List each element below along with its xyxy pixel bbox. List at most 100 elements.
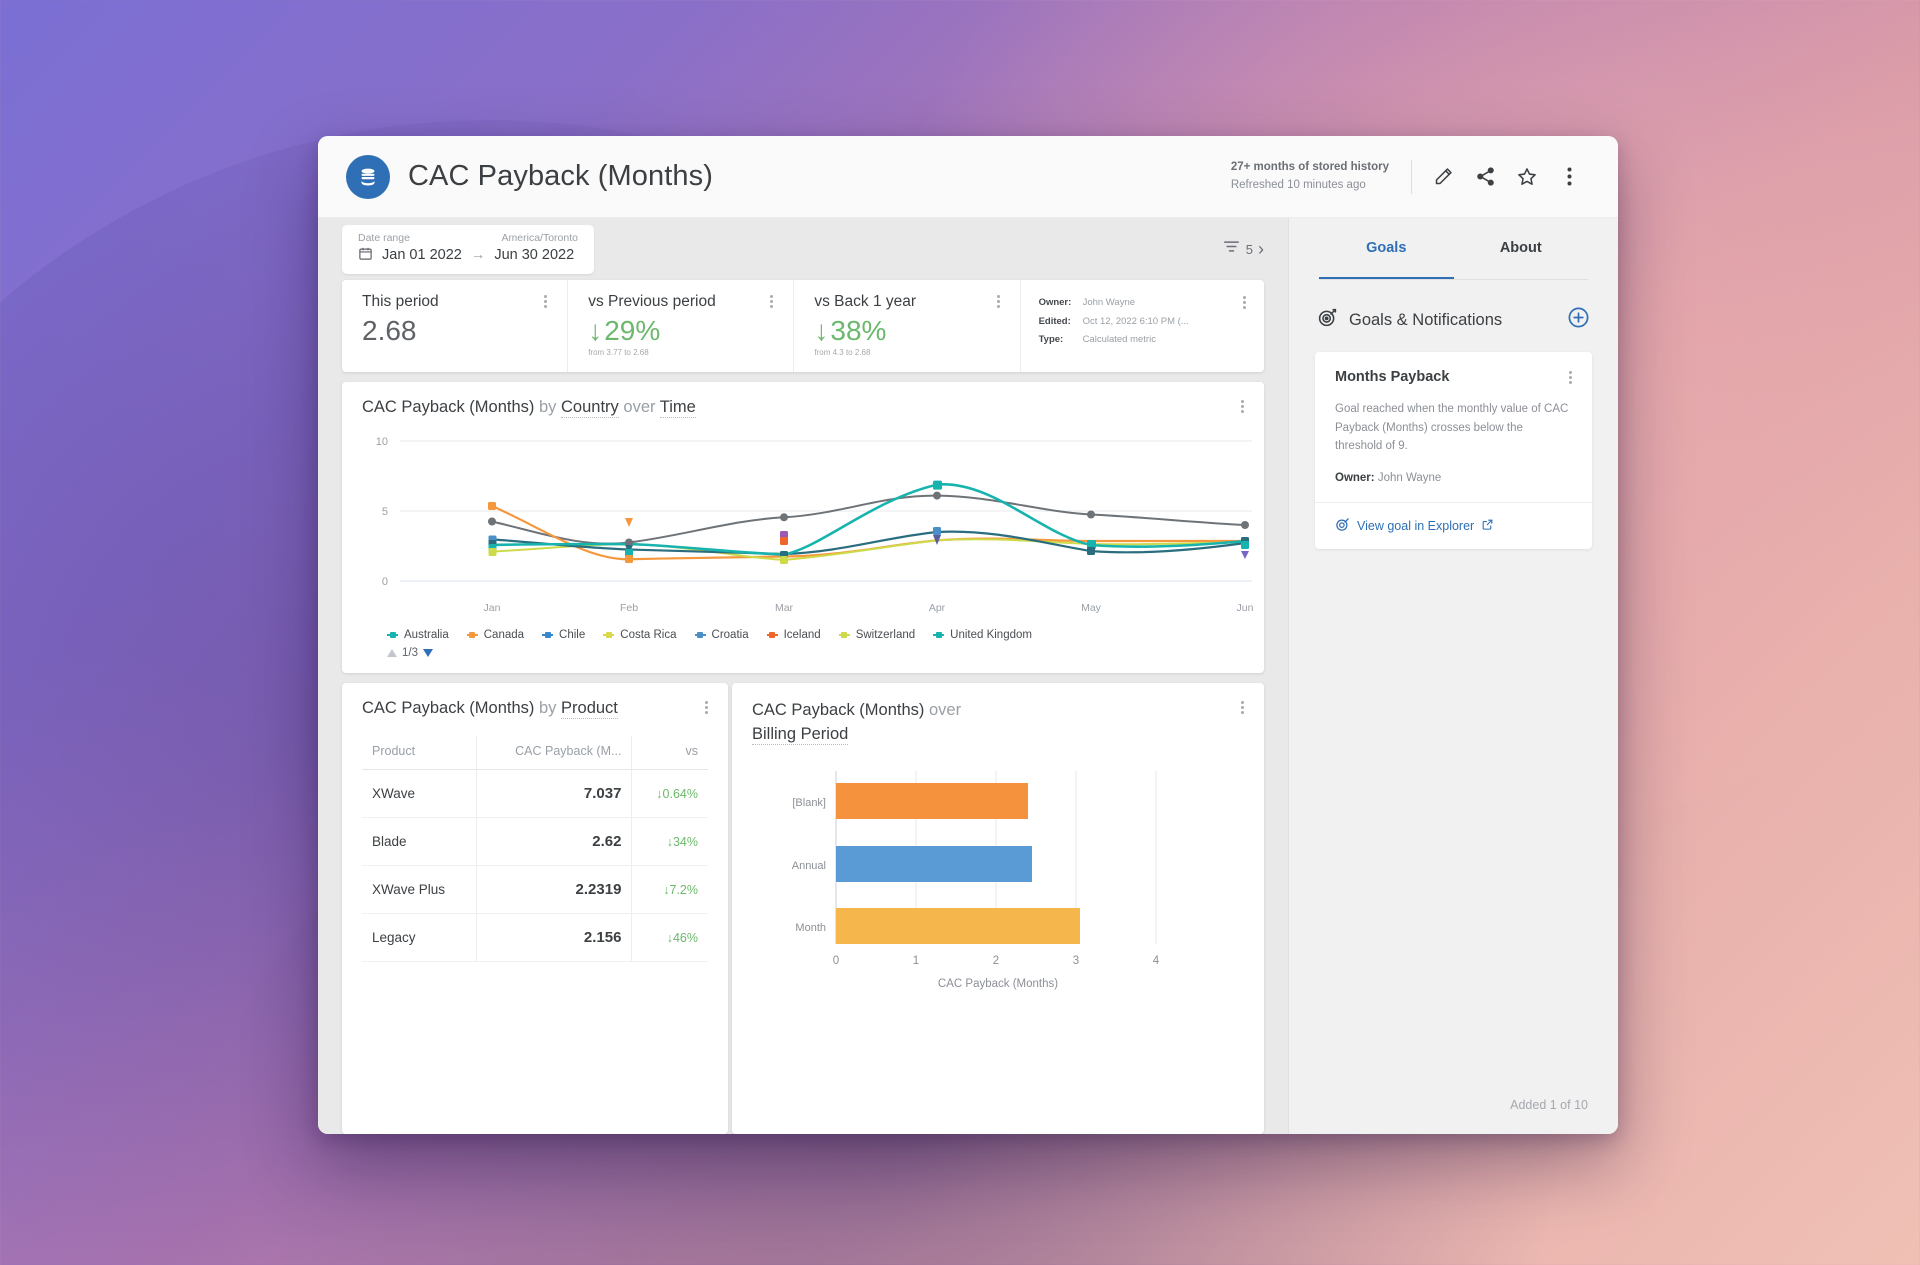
table-row[interactable]: XWave 7.037 ↓0.64% — [362, 769, 708, 818]
column-header-vs[interactable]: vs — [631, 736, 708, 770]
main-content: Date range America/Toronto Jan 01 2022 →… — [318, 218, 1288, 1134]
cell-vs: ↓46% — [631, 913, 708, 962]
kpi-label: This period — [362, 293, 439, 310]
kpi-more-icon[interactable] — [996, 293, 1000, 310]
cell-product: Blade — [362, 817, 477, 866]
line-chart-more-icon[interactable] — [1241, 398, 1244, 415]
plus-circle-icon[interactable] — [1567, 306, 1590, 334]
more-vertical-icon[interactable] — [1548, 156, 1590, 198]
kpi-vs-previous-period: vs Previous period ↓ 29% from 3.77 to 2.… — [568, 280, 795, 372]
title-time-dimension[interactable]: Time — [659, 398, 696, 418]
legend-item-chile[interactable]: Chile — [542, 629, 585, 641]
page-title: CAC Payback (Months) — [408, 160, 713, 192]
tab-about[interactable]: About — [1454, 218, 1589, 280]
table-row[interactable]: XWave Plus 2.2319 ↓7.2% — [362, 865, 708, 914]
metadata-value: Calculated metric — [1082, 334, 1156, 346]
chevron-right-icon[interactable]: › — [1258, 239, 1264, 260]
metadata-value: John Wayne — [1082, 297, 1136, 308]
legend-marker-icon — [694, 630, 706, 641]
svg-text:[Blank]: [Blank] — [792, 797, 826, 809]
bar-chart-canvas: [Blank] Annual Month 0 1 2 3 4 CAC Payba… — [732, 747, 1264, 996]
bottom-panels: CAC Payback (Months) by Product Product … — [342, 683, 1264, 1134]
kpi-value-group: ↓ 38% — [814, 315, 999, 347]
sidebar-tabs: Goals About — [1289, 218, 1618, 280]
product-table: Product CAC Payback (M... vs XWave 7.037… — [362, 736, 708, 962]
line-chart-legend: Australia Canada Chile Costa Rica Croati… — [342, 625, 1264, 641]
bar-blank — [836, 782, 1028, 819]
table-row[interactable]: Legacy 2.156 ↓46% — [362, 913, 708, 962]
column-header-product[interactable]: Product — [362, 736, 476, 770]
title-metric: CAC Payback (Months) — [362, 699, 535, 717]
kpi-label: vs Previous period — [588, 293, 716, 310]
legend-item-iceland[interactable]: Iceland — [766, 629, 821, 641]
line-chart-panel: CAC Payback (Months) by Country over Tim… — [342, 382, 1264, 673]
metadata-more-icon[interactable] — [1242, 294, 1246, 350]
filter-icon[interactable] — [1222, 237, 1241, 261]
cell-value: 2.2319 — [475, 865, 632, 914]
cell-value: 7.037 — [475, 769, 632, 818]
table-row[interactable]: Blade 2.62 ↓34% — [362, 817, 708, 866]
kpi-value: 38% — [830, 315, 887, 346]
svg-text:4: 4 — [1153, 955, 1160, 967]
svg-text:Mar: Mar — [775, 602, 794, 614]
column-header-value[interactable]: CAC Payback (M... — [475, 736, 632, 770]
title-connector: by — [538, 699, 557, 717]
line-chart-canvas: 10 5 0 Jan Feb Mar Apr May Jun — [342, 417, 1264, 625]
kpi-value: 29% — [604, 315, 661, 346]
down-arrow-icon: ↓ — [588, 315, 603, 346]
line-chart-title: CAC Payback (Months) by Country over Tim… — [362, 398, 696, 418]
start-date: Jan 01 2022 — [382, 247, 462, 263]
title-connector: by — [538, 398, 557, 416]
right-sidebar: Goals About Goals & Notifications Months… — [1288, 218, 1618, 1134]
view-goal-in-explorer-link[interactable]: View goal in Explorer — [1315, 501, 1592, 549]
cell-product: XWave — [362, 769, 477, 818]
bar-chart-more-icon[interactable] — [1241, 699, 1244, 716]
star-icon[interactable] — [1506, 156, 1548, 198]
legend-item-united-kingdom[interactable]: United Kingdom — [933, 629, 1032, 641]
kpi-more-icon[interactable] — [770, 293, 774, 310]
legend-page-up-icon[interactable] — [387, 649, 397, 657]
metadata-key: Edited: — [1038, 315, 1071, 327]
svg-text:0: 0 — [833, 955, 839, 967]
legend-item-australia[interactable]: Australia — [387, 629, 449, 641]
header-meta: 27+ months of stored history Refreshed 1… — [1231, 159, 1389, 194]
filter-control[interactable]: 5 › — [1222, 237, 1264, 261]
share-icon[interactable] — [1464, 156, 1506, 198]
title-dimension[interactable]: Country — [561, 398, 619, 418]
target-icon — [1317, 307, 1338, 333]
legend-item-croatia[interactable]: Croatia — [694, 629, 749, 641]
external-link-icon — [1481, 518, 1494, 534]
kpi-subtext: from 4.3 to 2.68 — [814, 348, 871, 357]
legend-item-switzerland[interactable]: Switzerland — [838, 629, 916, 641]
metadata-row: Edited: Oct 12, 2022 6:10 PM (... — [1039, 313, 1243, 332]
title-dimension[interactable]: Product — [561, 699, 618, 719]
product-table-more-icon[interactable] — [705, 699, 708, 716]
kpi-value-group: ↓ 29% — [588, 315, 773, 347]
cell-product: Legacy — [362, 913, 477, 962]
goal-more-icon[interactable] — [1569, 369, 1572, 386]
cell-vs: ↓34% — [631, 817, 708, 866]
metadata-row: Type: Calculated metric — [1039, 331, 1243, 350]
legend-item-costa-rica[interactable]: Costa Rica — [603, 629, 677, 641]
line-chart-svg: 10 5 0 Jan Feb Mar Apr May Jun — [376, 436, 1254, 614]
edit-icon[interactable] — [1422, 156, 1464, 198]
svg-text:Feb: Feb — [620, 602, 638, 614]
legend-label: Chile — [559, 629, 586, 641]
svg-text:0: 0 — [382, 576, 388, 588]
metadata-key: Type: — [1038, 334, 1064, 346]
title-metric: CAC Payback (Months) — [362, 398, 535, 416]
link-label: View goal in Explorer — [1357, 518, 1475, 533]
filter-count: 5 — [1245, 241, 1253, 257]
title-dimension[interactable]: Billing Period — [752, 724, 849, 745]
tab-goals[interactable]: Goals — [1319, 218, 1454, 280]
legend-item-canada[interactable]: Canada — [466, 629, 524, 641]
date-arrow-icon: → — [470, 247, 486, 263]
bar-annual — [836, 845, 1032, 882]
kpi-more-icon[interactable] — [544, 293, 548, 310]
legend-label: Switzerland — [855, 629, 916, 641]
date-range-picker[interactable]: Date range America/Toronto Jan 01 2022 →… — [342, 224, 594, 274]
legend-page-down-icon[interactable] — [423, 649, 433, 657]
legend-label: Costa Rica — [620, 629, 677, 641]
date-range-label: Date range — [358, 231, 410, 244]
svg-text:3: 3 — [1073, 955, 1079, 967]
